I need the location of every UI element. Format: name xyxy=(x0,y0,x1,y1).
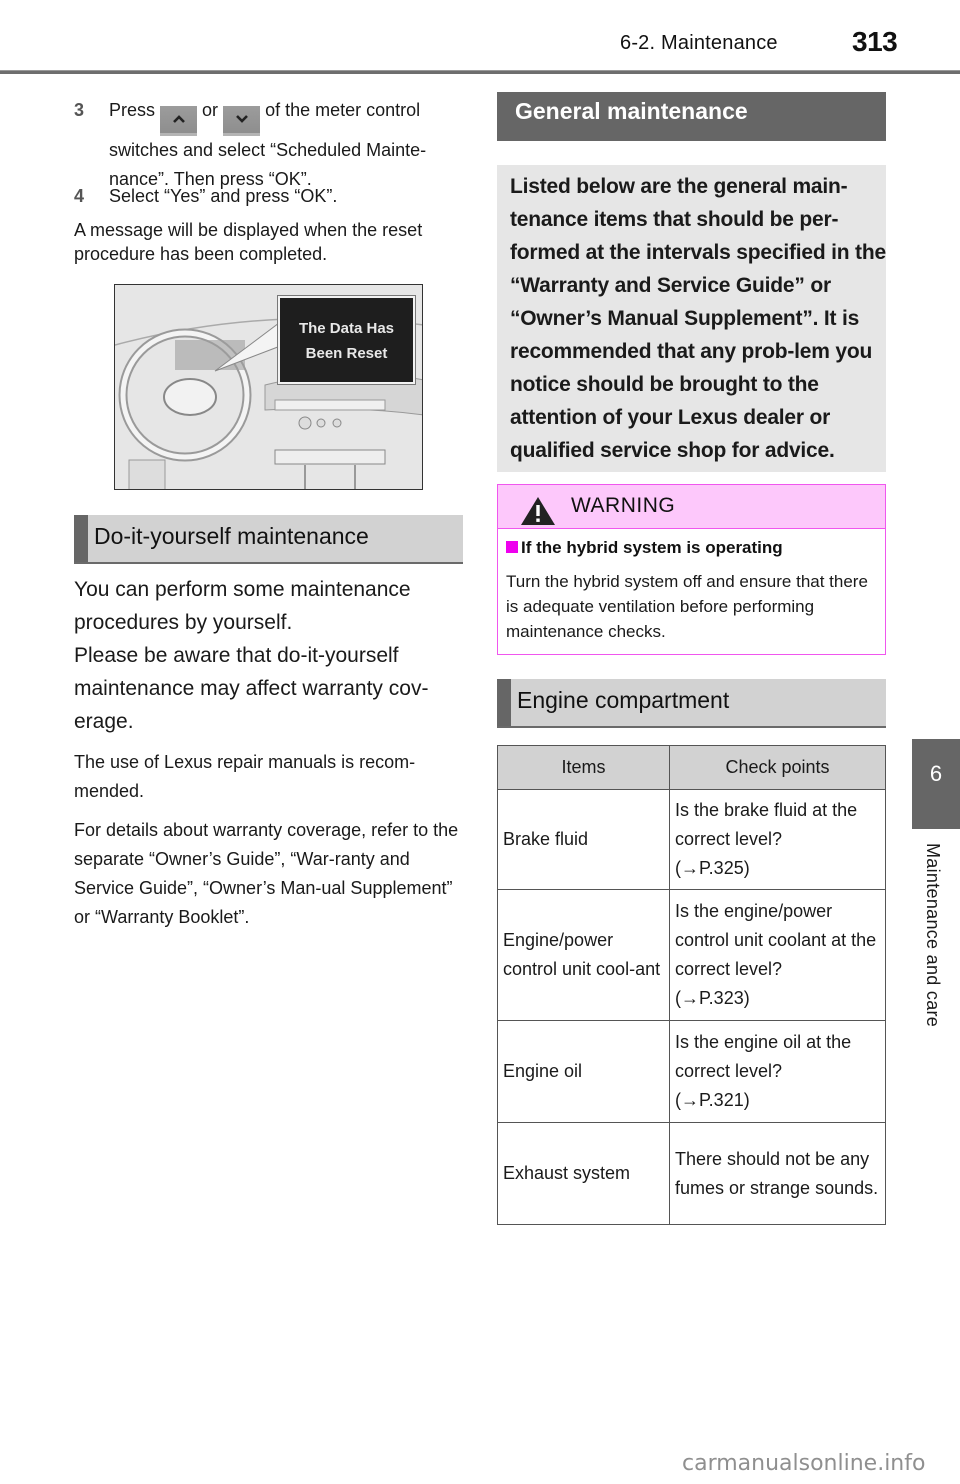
page-reference-link[interactable]: (→P.325) xyxy=(675,854,880,883)
chapter-tab[interactable]: 6 xyxy=(912,739,960,829)
engine-compartment-heading: Engine compartment xyxy=(497,679,886,728)
watermark: carmanualsonline.info xyxy=(682,1451,926,1476)
dashboard-illustration: The Data Has Been Reset xyxy=(114,284,423,490)
diy-manuals-note: The use of Lexus repair manuals is recom… xyxy=(74,752,416,801)
check-cell: Is the engine oil at the correct level?(… xyxy=(669,1020,886,1123)
step-text: Select “Yes” and press “OK”. xyxy=(109,186,338,206)
heading-accent-bar xyxy=(497,679,511,726)
reset-message-display: The Data Has Been Reset xyxy=(277,295,416,385)
reset-note: A message will be displayed when the res… xyxy=(74,220,423,264)
item-cell: Engine oil xyxy=(497,1020,670,1123)
bullet-square-icon xyxy=(506,541,518,553)
check-cell: Is the engine/power control unit coolant… xyxy=(669,889,886,1021)
table-row: Engine/power control unit cool-ant Is th… xyxy=(497,889,886,1021)
warning-text: Turn the hybrid system off and ensure th… xyxy=(506,572,868,641)
page-reference-link[interactable]: (→P.323) xyxy=(675,984,880,1013)
table-row: Exhaust system There should not be any f… xyxy=(497,1122,886,1225)
table-row: Brake fluid Is the brake fluid at the co… xyxy=(497,789,886,890)
table-row: Engine oil Is the engine oil at the corr… xyxy=(497,1020,886,1123)
check-cell: Is the brake fluid at the correct level?… xyxy=(669,789,886,890)
step-number: 4 xyxy=(74,186,85,206)
warning-title: WARNING xyxy=(571,494,676,517)
warning-triangle-icon xyxy=(521,497,555,525)
header-divider xyxy=(0,70,960,74)
chevron-down-icon xyxy=(223,106,261,136)
page-reference-link[interactable]: (→P.321) xyxy=(675,1086,880,1115)
chapter-label: Maintenance and care xyxy=(923,843,943,1028)
warning-box: WARNING If the hybrid system is operatin… xyxy=(497,484,886,655)
diy-warranty-note: For details about warranty coverage, ref… xyxy=(74,820,459,927)
check-cell: There should not be any fumes or strange… xyxy=(669,1122,886,1225)
warning-subheading: If the hybrid system is operating xyxy=(506,538,783,558)
heading-accent-bar xyxy=(74,515,88,562)
column-header-items: Items xyxy=(497,745,670,790)
general-maintenance-heading: General maintenance xyxy=(497,92,886,141)
engine-checks-table: Items Check points Brake fluid Is the br… xyxy=(497,745,886,1225)
section-title: 6-2. Maintenance xyxy=(620,32,778,54)
warning-header: WARNING xyxy=(498,485,885,529)
item-cell: Engine/power control unit cool-ant xyxy=(497,889,670,1021)
column-header-check-points: Check points xyxy=(669,745,886,790)
table-header-row: Items Check points xyxy=(497,745,886,790)
chevron-up-icon xyxy=(160,106,198,136)
general-maintenance-summary: Listed below are the general main-tenanc… xyxy=(497,165,886,472)
item-cell: Exhaust system xyxy=(497,1122,670,1225)
page-number: 313 xyxy=(852,26,898,57)
step-number: 3 xyxy=(74,100,85,120)
step-text: Press or of the meter control switches a… xyxy=(109,100,427,189)
item-cell: Brake fluid xyxy=(497,789,670,890)
diy-heading: Do-it-yourself maintenance xyxy=(74,515,463,564)
diy-intro: You can perform some maintenance procedu… xyxy=(74,578,429,733)
